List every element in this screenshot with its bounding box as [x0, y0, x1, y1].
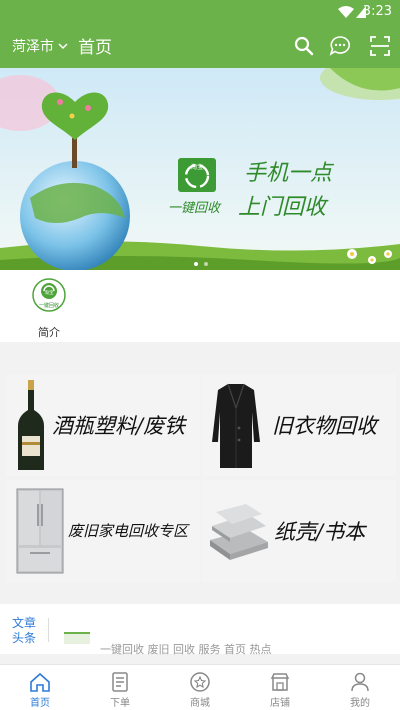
category-card-old-clothes[interactable]: 旧衣物回收	[202, 374, 396, 476]
store-icon	[270, 673, 290, 691]
paper-stack-image	[210, 504, 268, 560]
city-label: 菏泽市	[12, 39, 54, 55]
tab-label: 我的	[350, 698, 370, 709]
tab-label: 下单	[110, 698, 130, 709]
recycle-logo-icon: 淘宝 一键回收	[32, 278, 66, 312]
quick-entry-intro[interactable]: 淘宝 一键回收 简介	[26, 278, 72, 340]
status-time: 3:23	[362, 4, 392, 19]
tab-home[interactable]: 首页	[10, 671, 70, 709]
quick-entry-label: 简介	[38, 326, 60, 339]
scan-icon[interactable]	[368, 34, 392, 58]
banner-slogan-line1: 手机一点	[244, 161, 335, 186]
tab-label: 商城	[190, 698, 210, 709]
tab-mall[interactable]: 商城	[170, 671, 230, 709]
wifi-icon	[338, 6, 354, 18]
search-icon[interactable]	[292, 34, 316, 58]
banner-slogan-line2: 上门回收	[238, 195, 329, 220]
category-card-bottles-plastic-iron[interactable]: 酒瓶塑料/废铁	[6, 374, 200, 476]
home-icon	[30, 672, 50, 692]
wine-bottle-image	[18, 380, 44, 470]
app-bar: 菏泽市 首页	[0, 24, 400, 68]
news-head-label: 文章头条	[12, 616, 37, 645]
tab-profile[interactable]: 我的	[330, 671, 390, 709]
page-title: 首页	[78, 38, 112, 58]
tab-label: 首页	[30, 698, 50, 709]
message-icon[interactable]	[328, 34, 352, 58]
quick-entry-row: 淘宝 一键回收 简介	[0, 270, 400, 342]
refrigerator-image	[16, 488, 64, 574]
category-label: 废旧家电回收专区	[68, 522, 189, 540]
chevron-down-icon	[58, 43, 68, 50]
category-label: 酒瓶塑料/废铁	[52, 414, 186, 438]
city-selector[interactable]: 菏泽市	[12, 36, 68, 56]
profile-icon	[351, 672, 369, 692]
mall-icon	[190, 672, 210, 692]
banner-slogan-prefix: 一键回收	[168, 201, 222, 216]
coat-image	[212, 383, 260, 468]
quick-logo-text: 一键回收	[39, 302, 59, 309]
bottom-tab-bar: 首页 下单 商城 店铺 我的	[0, 664, 400, 710]
news-thumbnail	[64, 632, 90, 644]
news-divider	[48, 618, 49, 642]
tab-store[interactable]: 店铺	[250, 671, 310, 709]
category-label: 纸壳/书本	[274, 520, 366, 544]
tab-order[interactable]: 下单	[90, 671, 150, 709]
tab-label: 店铺	[270, 698, 290, 709]
banner-badge: 淘宝	[191, 163, 203, 171]
banner-illustration: 淘宝 手机一点 一键回收 上门回收	[0, 68, 400, 270]
promo-banner[interactable]: 淘宝 手机一点 一键回收 上门回收	[0, 68, 400, 270]
status-bar: 3:23	[0, 0, 400, 24]
news-preview-text: 一键回收 废旧 回收 服务 首页 热点	[100, 643, 272, 656]
order-icon	[112, 672, 128, 692]
quick-logo-badge: 淘宝	[45, 289, 54, 296]
category-label: 旧衣物回收	[272, 414, 377, 438]
category-card-appliances[interactable]: 废旧家电回收专区	[6, 480, 200, 582]
category-card-cardboard-books[interactable]: 纸壳/书本	[202, 480, 396, 582]
news-headline-bar[interactable]: 文章头条 一键回收 废旧 回收 服务 首页 热点	[0, 604, 400, 656]
